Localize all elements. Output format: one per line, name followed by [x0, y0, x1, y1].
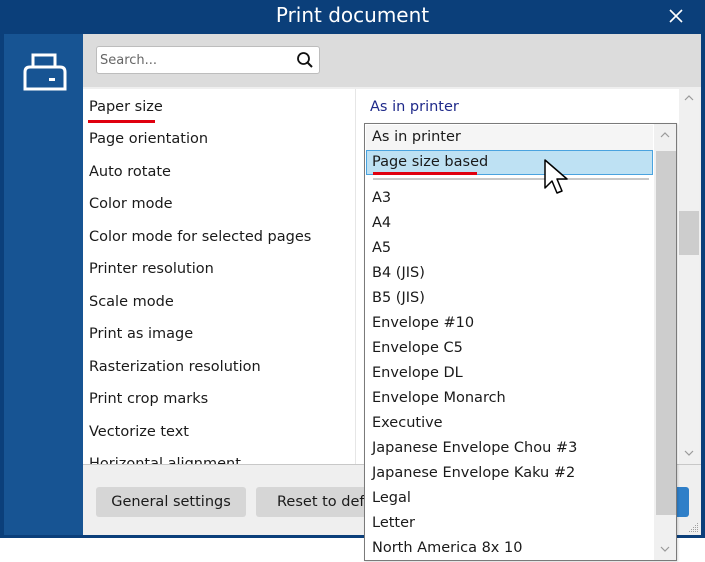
dropdown-scrollbar-thumb[interactable]	[656, 151, 676, 515]
dropdown-option[interactable]: Executive	[366, 411, 653, 436]
scroll-up-icon[interactable]	[660, 130, 670, 140]
dropdown-option[interactable]: Envelope #10	[366, 311, 653, 336]
dropdown-option[interactable]: Japanese Envelope Kaku #2	[366, 461, 653, 486]
dropdown-option[interactable]: Japanese Envelope Chou #3	[366, 436, 653, 461]
resize-grip-icon[interactable]	[687, 521, 699, 533]
title-bar[interactable]: Print document	[0, 0, 705, 34]
property-vectorize-text[interactable]: Vectorize text	[89, 424, 189, 448]
property-color-mode-selected-pages[interactable]: Color mode for selected pages	[89, 229, 311, 253]
property-grid-scrollbar[interactable]	[679, 89, 699, 464]
property-print-as-image[interactable]: Print as image	[89, 326, 193, 350]
dropdown-option[interactable]: Envelope C5	[366, 336, 653, 361]
close-button[interactable]	[665, 5, 687, 27]
paper-size-dropdown-list[interactable]: As in printer Page size based A3 A4 A5 B…	[364, 123, 677, 561]
general-settings-button[interactable]: General settings	[96, 487, 246, 517]
dropdown-option[interactable]: North America 8x 10	[366, 536, 653, 561]
close-icon	[669, 9, 683, 23]
dropdown-option[interactable]: A5	[366, 236, 653, 261]
search-input[interactable]	[100, 51, 290, 69]
property-rasterization-resolution[interactable]: Rasterization resolution	[89, 359, 261, 383]
dropdown-option[interactable]: As in printer	[366, 125, 653, 150]
search-icon[interactable]	[296, 51, 314, 69]
scroll-up-icon[interactable]	[684, 93, 694, 103]
property-page-orientation[interactable]: Page orientation	[89, 131, 208, 155]
dropdown-option[interactable]: A4	[366, 211, 653, 236]
dropdown-option[interactable]: Envelope DL	[366, 361, 653, 386]
scrollbar-thumb[interactable]	[679, 211, 699, 255]
dropdown-option[interactable]: Legal	[366, 486, 653, 511]
paper-size-value[interactable]: As in printer	[370, 99, 459, 115]
dropdown-option[interactable]: B4 (JIS)	[366, 261, 653, 286]
scroll-down-icon[interactable]	[660, 544, 670, 554]
property-horizontal-alignment[interactable]: Horizontal alignment	[89, 456, 241, 464]
dropdown-option[interactable]: A3	[366, 186, 653, 211]
search-box[interactable]	[96, 46, 320, 74]
scroll-down-icon[interactable]	[684, 448, 694, 458]
printer-icon[interactable]	[23, 53, 67, 93]
window-title: Print document	[275, 3, 430, 27]
sidebar	[4, 34, 83, 535]
dropdown-option[interactable]: Envelope Monarch	[366, 386, 653, 411]
dropdown-option[interactable]: B5 (JIS)	[366, 286, 653, 311]
search-area	[83, 34, 701, 87]
column-divider[interactable]	[355, 89, 356, 464]
annotation-underline	[373, 172, 477, 175]
annotation-underline	[88, 120, 155, 123]
property-scale-mode[interactable]: Scale mode	[89, 294, 174, 318]
property-auto-rotate[interactable]: Auto rotate	[89, 164, 171, 188]
property-color-mode[interactable]: Color mode	[89, 196, 173, 220]
property-printer-resolution[interactable]: Printer resolution	[89, 261, 214, 285]
property-print-crop-marks[interactable]: Print crop marks	[89, 391, 208, 415]
dropdown-option[interactable]: Letter	[366, 511, 653, 536]
dropdown-scrollbar[interactable]	[654, 124, 676, 560]
dropdown-separator	[373, 178, 649, 180]
